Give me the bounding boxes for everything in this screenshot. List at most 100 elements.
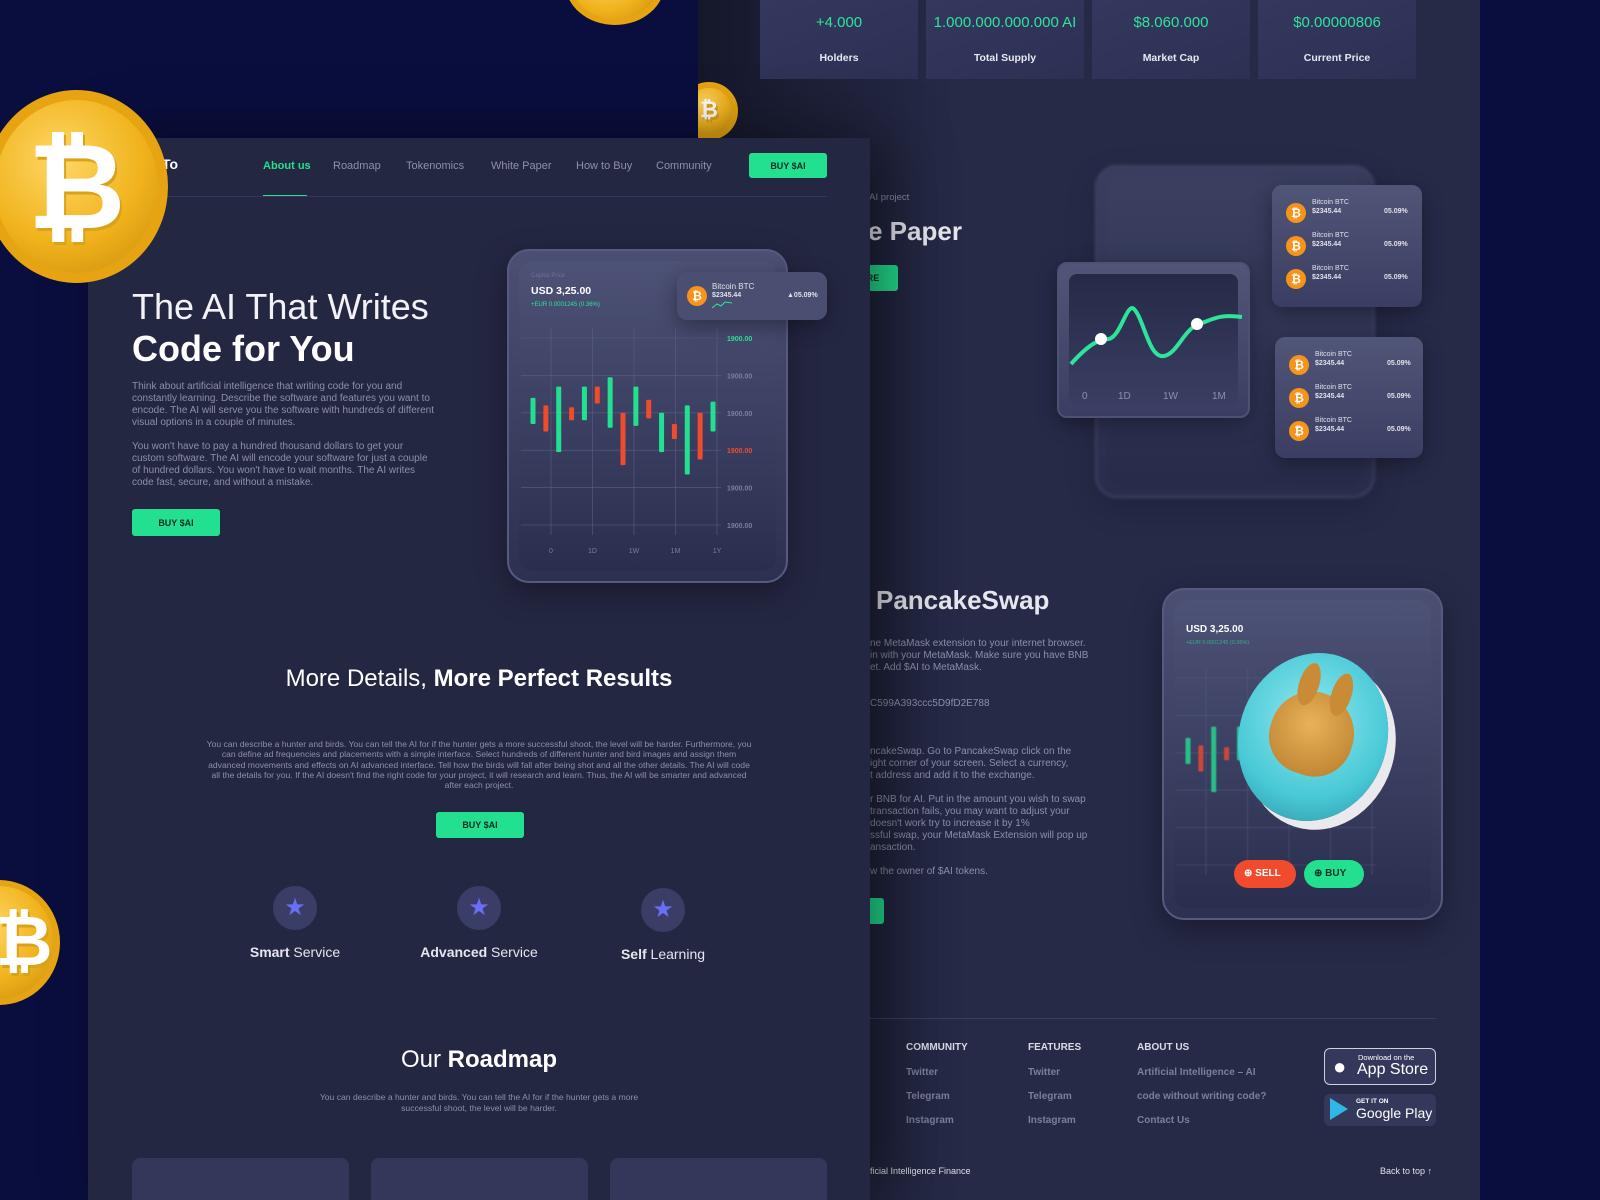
nav-item-community[interactable]: Community	[656, 160, 712, 172]
footer-divider	[868, 1018, 1436, 1019]
nav-item-tokenomics[interactable]: Tokenomics	[406, 160, 464, 172]
whitepaper-title: e Paper	[868, 216, 962, 246]
axis-label: 1D	[1118, 391, 1131, 402]
star-icon: ★	[641, 888, 685, 932]
sell-button[interactable]: ⊕ SELL	[1234, 860, 1296, 888]
step-text: ssful swap, your MetaMask Extension will…	[870, 830, 1088, 841]
footer-link[interactable]: Instagram	[906, 1115, 954, 1126]
nav-item-about-us[interactable]: About us	[263, 160, 311, 172]
coin-name: Bitcoin BTC	[1312, 232, 1349, 239]
stat-total-supply: 1.000.000.000.000 AI Total Supply	[926, 0, 1084, 79]
stat-value: +4.000	[815, 14, 863, 31]
step-text: et. Add $AI to MetaMask.	[870, 662, 982, 673]
coin-name: Bitcoin BTC	[1315, 384, 1352, 391]
x-tick-label: 1D	[588, 548, 597, 555]
details-title: More Details, More Perfect Results	[238, 664, 720, 694]
buy-label: BUY	[1325, 868, 1347, 879]
bitcoin-ticker-card: ₿ Bitcoin BTC $2345.44 ▲05.09%	[677, 272, 827, 320]
back-to-top-link[interactable]: Back to top ↑	[1380, 1166, 1432, 1176]
y-tick-label: 1900.00	[727, 411, 752, 418]
candle-up	[710, 401, 716, 432]
coin-price: $2345.44	[1312, 208, 1342, 215]
coin-price: $2345.44	[1312, 274, 1342, 281]
bitcoin-coin-icon: ₿	[698, 82, 738, 140]
coin-name: Bitcoin BTC	[1315, 417, 1352, 424]
footer-link[interactable]: Artificial Intelligence – AI	[1137, 1067, 1256, 1078]
footer-link[interactable]: Telegram	[906, 1091, 950, 1102]
footer-column-title: COMMUNITY	[906, 1042, 968, 1053]
feature-item: ★ Smart Service	[210, 886, 380, 960]
nav-item-how-to-buy[interactable]: How to Buy	[576, 160, 632, 172]
hero-title-bold: Code for You	[132, 328, 355, 369]
stat-label: Market Cap	[1142, 52, 1200, 64]
sell-label: SELL	[1255, 868, 1281, 879]
contract-address[interactable]: C599A393ccc5D9fD2E788	[870, 698, 1088, 710]
details-text: You can describe a hunter and birds. You…	[206, 739, 752, 791]
footer-link[interactable]: Contact Us	[1137, 1115, 1190, 1126]
google-play-badge[interactable]: GET IT ON Google Play	[1324, 1094, 1436, 1126]
buy-button[interactable]: ⊕ BUY	[1304, 860, 1364, 888]
roadmap-title-light: Our	[400, 1046, 448, 1073]
howtobuy-steps: ne MetaMask extension to your internet b…	[870, 638, 1088, 878]
candle-down	[1224, 747, 1230, 761]
footer-column-title: ABOUT US	[1137, 1042, 1190, 1053]
copyright: ficial Intelligence Finance	[870, 1166, 971, 1176]
star-icon: ★	[273, 886, 317, 930]
footer-link[interactable]: Twitter	[906, 1067, 938, 1078]
candle-down	[594, 386, 600, 404]
candle-up	[556, 386, 562, 453]
stat-label: Holders	[819, 52, 859, 64]
y-tick-label: 1900.00	[727, 448, 752, 455]
apple-icon: ●	[1333, 1054, 1347, 1079]
candle-down	[646, 399, 652, 419]
coin-price: $2345.44	[712, 292, 742, 299]
roadmap-text: You can describe a hunter and birds. You…	[319, 1092, 639, 1113]
feature-label: Self Learning	[620, 946, 706, 962]
bitcoin-icon: ₿	[1286, 236, 1306, 256]
coin-change: 05.09%	[1384, 241, 1408, 248]
roadmap-title-bold: Roadmap	[447, 1046, 558, 1073]
y-tick-label: 1900.00	[727, 486, 752, 493]
coin-price: $2345.44	[1315, 426, 1345, 433]
coin-price: $2345.44	[1315, 393, 1345, 400]
nav-item-roadmap[interactable]: Roadmap	[333, 160, 381, 172]
candle-down	[543, 405, 549, 432]
stat-market-cap: $8.060.000 Market Cap	[1092, 0, 1250, 79]
candle-up	[1185, 737, 1191, 765]
step-text: w the owner of $AI tokens.	[870, 866, 988, 877]
candle-up	[659, 412, 665, 453]
roadmap-title: Our Roadmap	[278, 1046, 680, 1074]
sparkline-icon	[712, 301, 732, 309]
hero-paragraph: You won't have to pay a hundred thousand…	[132, 441, 428, 488]
line-chart-card: 0 1D 1W 1M	[1057, 262, 1250, 418]
y-tick-label: 1900.00	[727, 523, 752, 530]
nav-item-white-paper[interactable]: White Paper	[491, 160, 552, 172]
googleplay-small: GET IT ON	[1356, 1098, 1389, 1105]
app-store-badge[interactable]: ● Download on the App Store	[1324, 1048, 1436, 1085]
candle-up	[633, 386, 639, 426]
y-tick-label: 1900.00	[727, 336, 752, 343]
coin-list-card: ₿ Bitcoin BTC $2345.44 05.09% ₿ Bitcoin BTC $2…	[1275, 337, 1423, 458]
play-icon	[1330, 1098, 1348, 1120]
hero-buy-button[interactable]: BUY $AI	[132, 509, 220, 536]
step-text: t address and add it to the exchange.	[870, 770, 1035, 781]
footer-link[interactable]: Twitter	[1028, 1067, 1060, 1078]
feature-item: ★ Advanced Service	[394, 886, 564, 960]
details-buy-button[interactable]: BUY $AI	[436, 812, 524, 838]
coin-name: Bitcoin BTC	[712, 282, 755, 291]
star-icon: ★	[457, 886, 501, 930]
coin-price: $2345.44	[1312, 241, 1342, 248]
step-text: ansaction.	[870, 842, 916, 853]
candle-down	[671, 424, 677, 439]
left-page-mockup: To About us Roadmap Tokenomics White Paper H…	[88, 138, 870, 1200]
footer-link[interactable]: Telegram	[1028, 1091, 1072, 1102]
candle-up	[530, 397, 536, 425]
coin-change: 05.09%	[1387, 393, 1411, 400]
howtobuy-title: PancakeSwap	[876, 585, 1050, 615]
footer-link[interactable]: code without writing code?	[1137, 1091, 1266, 1102]
axis-label: 1M	[1212, 391, 1226, 402]
feature-label: Advanced Service	[420, 944, 538, 960]
stat-value: $0.00000806	[1293, 14, 1381, 31]
nav-buy-button[interactable]: BUY $AI	[749, 153, 827, 178]
footer-link[interactable]: Instagram	[1028, 1115, 1076, 1126]
